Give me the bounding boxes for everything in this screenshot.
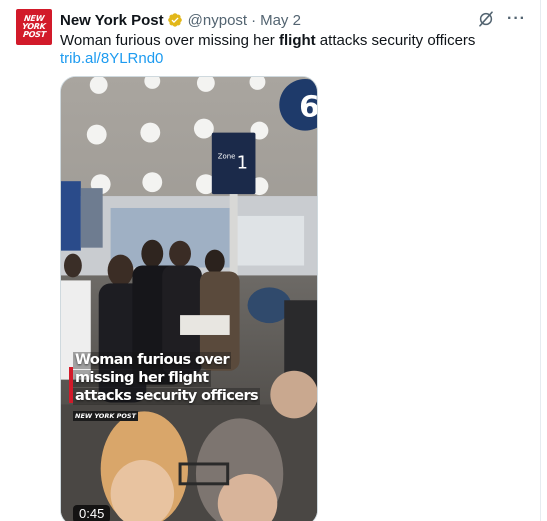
video-caption: Woman furious over missing her flight at…	[73, 351, 299, 423]
tweet-card[interactable]: NEW YORK POST New York Post @nypost · Ma…	[0, 0, 541, 521]
zone-label-text: Zone	[218, 152, 236, 160]
tweet-link[interactable]: trib.al/8YLRnd0	[60, 50, 163, 68]
gate-number-text: 6	[299, 90, 317, 125]
tweet-date[interactable]: May 2	[260, 12, 301, 29]
video-thumbnail: 6 Zone 1	[61, 77, 317, 521]
tweet-text-part: Woman furious over missing her	[60, 32, 279, 49]
zone-number-text: 1	[237, 152, 248, 173]
caption-brand: NEW YORK POST	[73, 411, 139, 421]
verified-badge-icon[interactable]	[167, 12, 183, 28]
caption-line: Woman furious over	[73, 352, 232, 369]
more-icon[interactable]: ···	[507, 11, 526, 27]
tweet-header: New York Post @nypost · May 2	[60, 10, 301, 30]
caption-line: attacks security officers	[73, 388, 261, 405]
tweet-text-part: attacks security officers	[315, 32, 476, 49]
handle[interactable]: @nypost	[188, 12, 247, 29]
separator-dot: ·	[251, 11, 257, 29]
video-player[interactable]: 6 Zone 1	[60, 76, 318, 521]
grok-icon[interactable]	[477, 10, 495, 28]
display-name[interactable]: New York Post	[60, 12, 164, 29]
tweet-text: Woman furious over missing her flight at…	[60, 32, 475, 50]
avatar-text-line: POST	[22, 30, 46, 39]
tweet-actions: ···	[477, 10, 526, 28]
tweet-text-bold: flight	[278, 32, 316, 49]
caption-line: missing her flight	[73, 370, 211, 387]
avatar[interactable]: NEW YORK POST	[16, 9, 52, 45]
video-duration-badge: 0:45	[73, 505, 111, 521]
